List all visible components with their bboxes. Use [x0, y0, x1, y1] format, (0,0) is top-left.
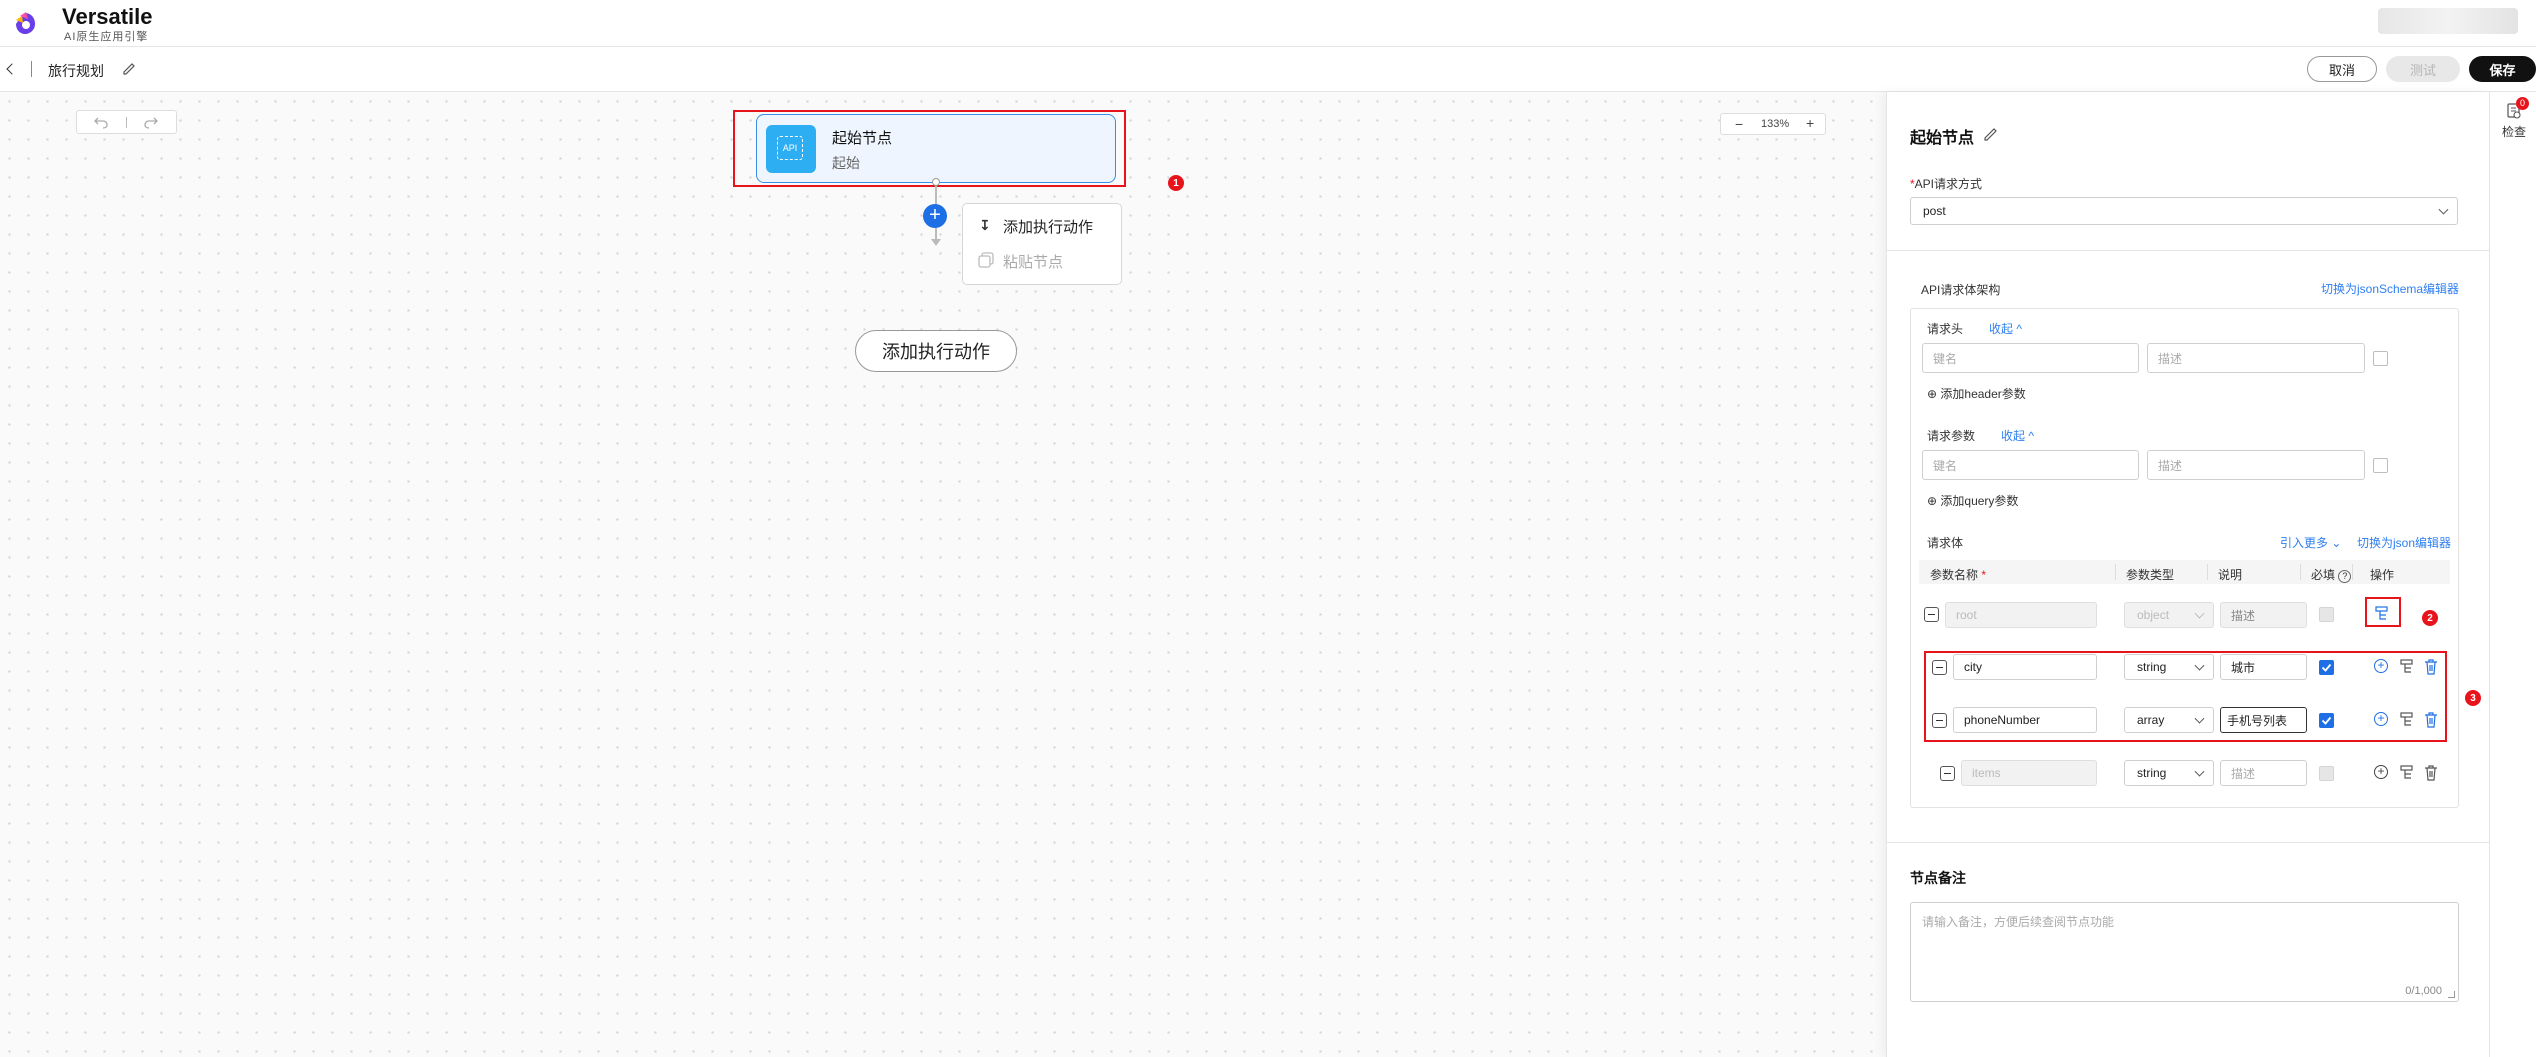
- zoom-level: 133%: [1761, 118, 1790, 130]
- download-icon: ↧: [979, 217, 991, 233]
- menu-item-paste-node[interactable]: 粘贴节点: [1003, 251, 1063, 272]
- undo-redo-toolbar: [76, 110, 177, 134]
- check-count-badge: 0: [2516, 97, 2529, 110]
- help-icon: ?: [2338, 570, 2352, 583]
- add-query-button[interactable]: ⊕ 添加query参数: [1927, 492, 2018, 509]
- zoom-in-button[interactable]: +: [1806, 115, 1814, 131]
- redo-icon[interactable]: [143, 115, 159, 129]
- query-collapse-toggle[interactable]: 收起 ^: [2001, 427, 2034, 444]
- col-ops: 操作: [2370, 568, 2395, 582]
- add-node-plus-icon[interactable]: +: [923, 204, 947, 228]
- param-name-input[interactable]: root: [1945, 602, 2097, 628]
- resize-handle-icon[interactable]: [2448, 991, 2455, 998]
- versatile-logo-icon: [16, 12, 35, 34]
- app-subtitle: AI原生应用引擎: [64, 31, 149, 43]
- start-node-title: 起始节点: [832, 130, 893, 147]
- col-required: 必填 ?: [2311, 566, 2352, 583]
- required-checkbox[interactable]: [2319, 607, 2334, 622]
- annotation-badge-2: 2: [2422, 610, 2438, 626]
- paste-icon: [978, 252, 994, 268]
- param-desc-input[interactable]: 描述: [2220, 760, 2307, 786]
- switch-jsonschema-link[interactable]: 切换为jsonSchema编辑器: [2321, 280, 2459, 297]
- col-name: 参数名称 *: [1930, 568, 1987, 582]
- save-button[interactable]: 保存: [2469, 56, 2536, 82]
- top-bar: Versatile AI原生应用引擎: [0, 0, 2536, 47]
- app-name: Versatile: [62, 4, 153, 29]
- annotation-badge-3: 3: [2465, 690, 2481, 706]
- body-label: 请求体: [1927, 536, 1964, 550]
- notes-placeholder: 请输入备注，方便后续查阅节点功能: [1922, 915, 2115, 929]
- node-output-port[interactable]: [932, 178, 940, 186]
- schema-label: API请求体架构: [1921, 283, 2001, 297]
- page-title: 旅行规划: [48, 63, 104, 79]
- param-type-select[interactable]: string: [2124, 760, 2214, 786]
- add-child-node-icon[interactable]: [2399, 764, 2417, 782]
- collapse-row-icon[interactable]: [1924, 607, 1939, 622]
- test-button[interactable]: 测试: [2386, 56, 2460, 82]
- cancel-button[interactable]: 取消: [2307, 56, 2377, 82]
- workflow-canvas[interactable]: − 133% + 1 API 起始节点 起始 + ↧ 添加执行动作 粘贴节点 添…: [0, 92, 1886, 1057]
- right-sidebar: 0 检查: [2489, 92, 2536, 1057]
- add-node-menu: ↧ 添加执行动作 粘贴节点: [962, 203, 1122, 285]
- param-desc-input[interactable]: 描述: [2220, 602, 2307, 628]
- start-node-subtitle: 起始: [832, 155, 860, 171]
- start-node[interactable]: API 起始节点 起始: [756, 114, 1116, 183]
- query-required-checkbox[interactable]: [2373, 458, 2388, 473]
- param-name-input[interactable]: items: [1961, 760, 2097, 786]
- header-desc-input[interactable]: 描述: [2147, 343, 2365, 373]
- node-config-panel: 起始节点 *API请求方式 post API请求体架构 切换为jsonSchem…: [1886, 92, 2489, 1057]
- divider: [31, 61, 32, 77]
- col-desc: 说明: [2218, 568, 2243, 582]
- check-button[interactable]: 0 检查: [2490, 92, 2536, 148]
- add-header-button[interactable]: ⊕ 添加header参数: [1927, 385, 2026, 402]
- api-method-select[interactable]: post: [1910, 197, 2458, 225]
- panel-title: 起始节点: [1910, 130, 1975, 147]
- notes-label: 节点备注: [1910, 870, 1966, 886]
- check-label: 检查: [2502, 125, 2527, 139]
- add-sibling-icon[interactable]: +: [2374, 765, 2388, 779]
- headers-collapse-toggle[interactable]: 收起 ^: [1989, 320, 2022, 337]
- collapse-row-icon[interactable]: [1940, 766, 1955, 781]
- sub-bar: 旅行规划 取消 测试 保存: [0, 47, 2536, 92]
- menu-item-add-action[interactable]: 添加执行动作: [1003, 216, 1093, 237]
- undo-icon[interactable]: [93, 115, 109, 129]
- import-more-link[interactable]: 引入更多 ⌄: [2280, 534, 2341, 551]
- zoom-control: − 133% +: [1720, 113, 1826, 135]
- edit-title-icon[interactable]: [122, 61, 137, 76]
- query-desc-input[interactable]: 描述: [2147, 450, 2365, 480]
- zoom-out-button[interactable]: −: [1735, 116, 1743, 132]
- col-type: 参数类型: [2126, 568, 2175, 582]
- edit-node-name-icon[interactable]: [1983, 126, 1999, 142]
- header-key-input[interactable]: 键名: [1922, 343, 2139, 373]
- arrow-down-icon: [931, 239, 941, 246]
- annotation-box-2: [2365, 597, 2401, 627]
- required-checkbox[interactable]: [2319, 766, 2334, 781]
- notes-textarea[interactable]: 请输入备注，方便后续查阅节点功能 0/1,000: [1910, 902, 2459, 1002]
- query-label: 请求参数: [1927, 429, 1976, 443]
- annotation-badge-1: 1: [1168, 175, 1184, 191]
- headers-label: 请求头: [1927, 322, 1964, 336]
- notes-counter: 0/1,000: [2405, 985, 2442, 997]
- switch-json-link[interactable]: 切换为json编辑器: [2357, 534, 2451, 551]
- annotation-box-3: [1924, 651, 2447, 742]
- add-action-button[interactable]: 添加执行动作: [855, 330, 1017, 372]
- param-type-select[interactable]: object: [2124, 602, 2214, 628]
- query-key-input[interactable]: 键名: [1922, 450, 2139, 480]
- back-icon[interactable]: [6, 63, 18, 75]
- user-avatar-blurred[interactable]: [2378, 8, 2518, 34]
- api-method-label: *API请求方式: [1910, 177, 1983, 191]
- delete-icon[interactable]: [2422, 764, 2440, 782]
- api-node-icon: API: [766, 125, 816, 173]
- header-required-checkbox[interactable]: [2373, 351, 2388, 366]
